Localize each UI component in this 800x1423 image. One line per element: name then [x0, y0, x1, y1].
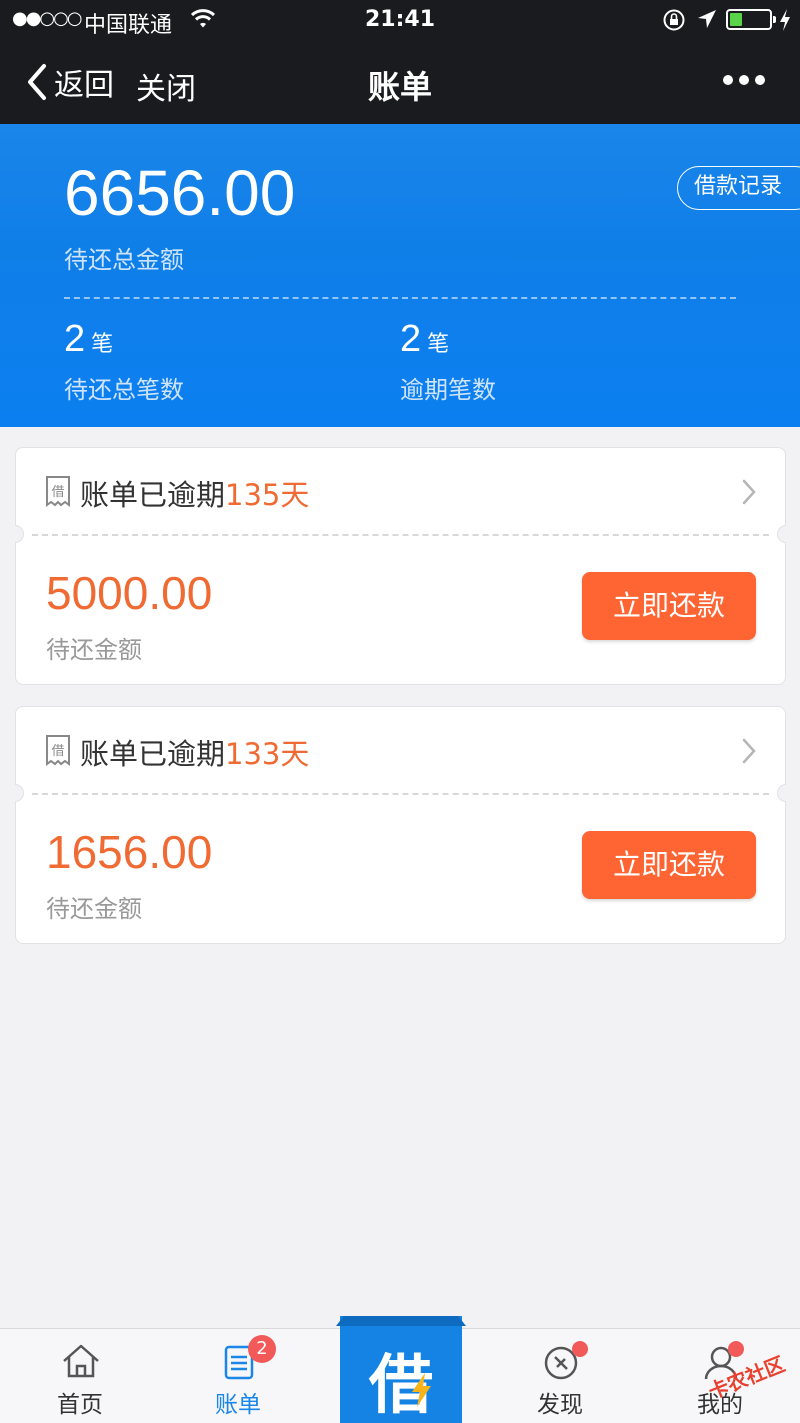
- bill-amount-label: 待还金额: [46, 895, 142, 923]
- pending-count-label: 待还总笔数: [64, 376, 184, 404]
- overdue-count-unit: 笔: [427, 331, 450, 356]
- discover-dot: [572, 1341, 588, 1357]
- tab-discover[interactable]: 发现: [500, 1329, 620, 1423]
- bill-header[interactable]: 借 账单已逾期133天: [16, 707, 785, 793]
- tab-bills-label: 账单: [215, 1392, 261, 1418]
- tab-bills[interactable]: 2 账单: [178, 1329, 298, 1423]
- charging-icon: [780, 9, 790, 31]
- bill-status: 账单已逾期135天: [80, 472, 309, 514]
- bill-status-text: 账单已逾期: [80, 478, 226, 512]
- loan-records-button[interactable]: 借款记录: [677, 166, 800, 210]
- bill-amount: 5000.00: [46, 567, 213, 619]
- rotation-lock-icon: [663, 9, 685, 31]
- borrow-button-top: [336, 1316, 466, 1326]
- bill-header[interactable]: 借 账单已逾期135天: [16, 448, 785, 534]
- bill-status: 账单已逾期133天: [80, 731, 309, 773]
- overdue-count-value: 2: [400, 318, 422, 360]
- ticket-notch-right: [777, 784, 786, 802]
- summary-header: 6656.00 待还总金额 借款记录 2笔 待还总笔数 2笔 逾期笔数: [0, 124, 800, 427]
- home-icon: [63, 1344, 99, 1378]
- bill-amount-label: 待还金额: [46, 636, 142, 664]
- dashed-divider: [32, 534, 769, 536]
- borrow-button-label: 借: [369, 1349, 433, 1423]
- battery-icon: [726, 9, 776, 30]
- total-amount-label: 待还总金额: [64, 246, 184, 274]
- borrow-button[interactable]: 借: [336, 1316, 466, 1423]
- repay-now-button[interactable]: 立即还款: [582, 572, 756, 640]
- loan-receipt-icon: 借: [46, 476, 70, 507]
- watermark: 卡农社区: [694, 1332, 798, 1416]
- overdue-days: 133天: [225, 737, 310, 771]
- overdue-days: 135天: [225, 478, 310, 512]
- pending-count: 2笔: [64, 318, 113, 361]
- ticket-notch-right: [777, 525, 786, 543]
- tab-home-label: 首页: [57, 1392, 103, 1418]
- summary-divider: [64, 297, 736, 299]
- lightning-icon: [412, 1373, 431, 1407]
- nav-bar: 返回 关闭 账单: [0, 42, 800, 124]
- svg-text:借: 借: [51, 744, 64, 759]
- chevron-right-icon: [742, 479, 756, 505]
- pending-count-value: 2: [64, 318, 86, 360]
- more-icon[interactable]: [718, 70, 770, 90]
- watermark-text: 卡农社区: [704, 1351, 789, 1405]
- ticket-notch-left: [15, 525, 24, 543]
- chevron-right-icon: [742, 738, 756, 764]
- tab-discover-label: 发现: [537, 1392, 583, 1418]
- location-arrow-icon: [698, 10, 716, 28]
- bill-card: 借 账单已逾期135天 5000.00 待还金额 立即还款: [15, 447, 786, 685]
- pending-count-unit: 笔: [91, 331, 114, 356]
- total-amount: 6656.00: [64, 157, 296, 229]
- bill-card: 借 账单已逾期133天 1656.00 待还金额 立即还款: [15, 706, 786, 944]
- overdue-count-label: 逾期笔数: [400, 376, 496, 404]
- tab-home[interactable]: 首页: [20, 1329, 140, 1423]
- overdue-count: 2笔: [400, 318, 449, 361]
- ticket-notch-left: [15, 784, 24, 802]
- dashed-divider: [32, 793, 769, 795]
- bill-amount: 1656.00: [46, 826, 213, 878]
- bills-badge: 2: [248, 1335, 276, 1363]
- status-bar: ●●○○○ 中国联通 21:41: [0, 0, 800, 42]
- bill-status-text: 账单已逾期: [80, 737, 226, 771]
- loan-receipt-icon: 借: [46, 735, 70, 766]
- svg-text:借: 借: [51, 485, 64, 500]
- repay-now-button[interactable]: 立即还款: [582, 831, 756, 899]
- page-title: 账单: [367, 68, 432, 106]
